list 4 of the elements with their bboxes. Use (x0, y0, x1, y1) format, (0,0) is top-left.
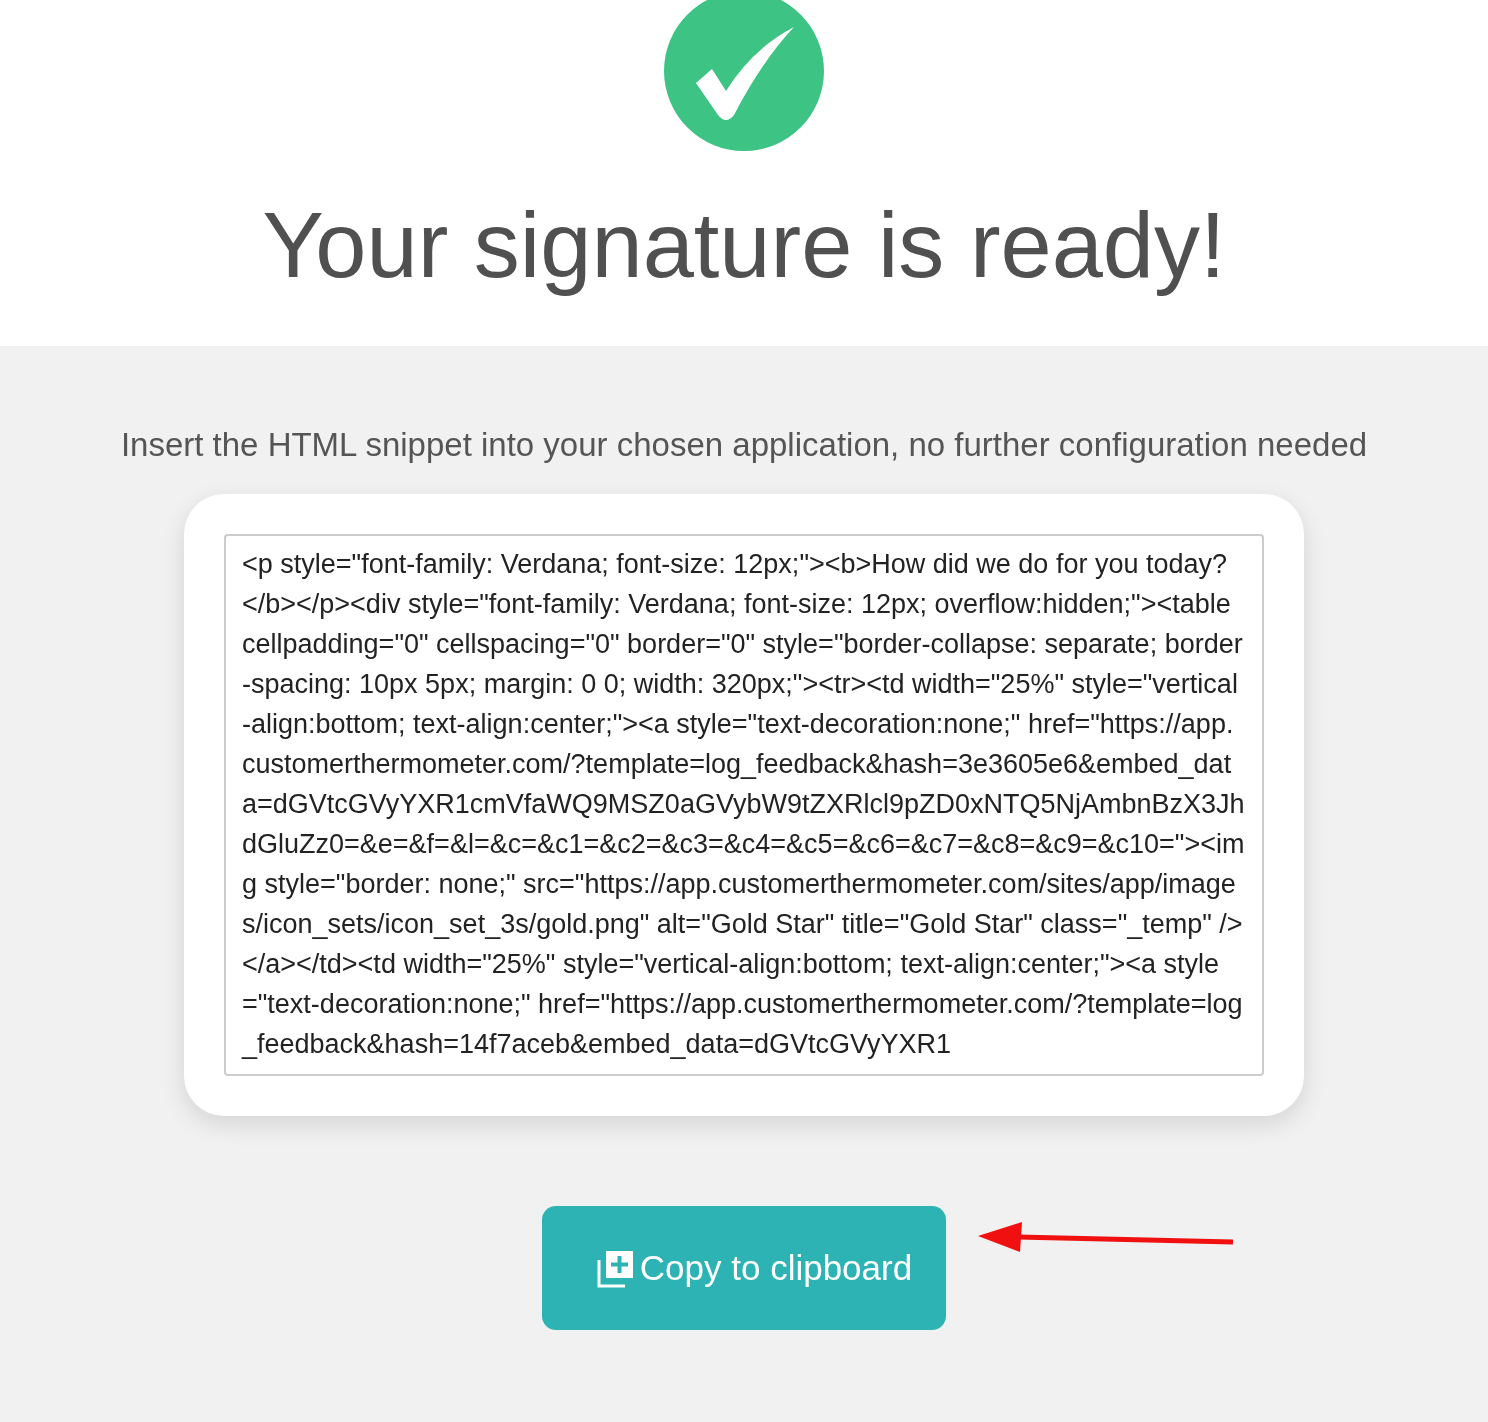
instruction-text: Insert the HTML snippet into your chosen application, no further configuration needed (120, 426, 1368, 464)
page-title: Your signature is ready! (262, 195, 1226, 297)
copy-icon (595, 1248, 636, 1288)
snippet-field[interactable]: <p style="font-family: Verdana; font-size: 12px;"><b>How did we do for you today?</b></p><div style="font-family: Verdana; font-size: 12px; overflow:hidden;"><table cellpadding="0" cellspacing="0" border="0" style="border-collapse: separate; border-spacing: 10px 5px; margin: 0 0; width: 320px;"><tr><td width="25%" style="vertical-align:bottom; text-align:center;"><a style="text-decoration:none;" href="https://app.customerthermometer.com/?template=log_feedback&hash=3e3605e6&embed_data=dGVtcGVyYXR1cmVfaWQ9MSZ0aGVybW9tZXRlcl9pZD0xNTQ5NjAmbnBzX3JhdGluZz0=&e=&f=&l=&c=&c1=&c2=&c3=&c4=&c5=&c6=&c7=&c8=&c9=&c10="><img style="border: none;" src="https://app.customerthermometer.com/sites/app/images/icon_sets/icon_set_3s/gold.png" alt="Gold Star" title="Gold Star" class="_temp" /></a></td><td width="25%" style="vertical-align:bottom; text-align:center;"><a style="text-decoration:none;" href="https://app.customerthermometer.com/?template=log_feedback&hash=14f7aceb&embed_data=dGVtcGVyYXR1 (224, 534, 1264, 1076)
